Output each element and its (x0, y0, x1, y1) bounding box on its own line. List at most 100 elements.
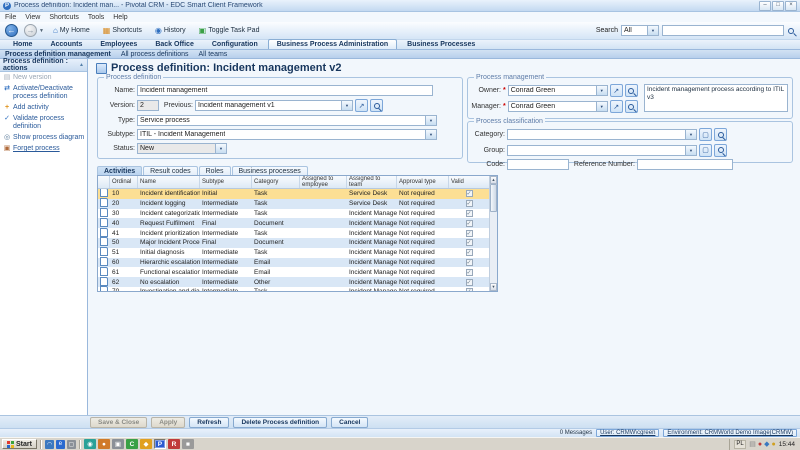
table-row[interactable]: 51 Initial diagnosis Intermediate Task I… (98, 248, 489, 258)
footer-button[interactable]: Delete Process definition (233, 417, 327, 428)
sidebar-action-item[interactable]: ▣ Forget process (0, 143, 87, 154)
subtype-select[interactable]: ITIL - Incident Management (137, 129, 437, 140)
column-header[interactable]: Subtype (200, 176, 252, 188)
quick-launch-button[interactable]: ◠ (45, 440, 54, 449)
minimize-button[interactable]: – (759, 1, 771, 11)
footer-button[interactable]: Apply (151, 417, 185, 428)
nav-tab[interactable]: Business Processes (399, 40, 483, 49)
new-group-button[interactable]: ▢ (699, 144, 712, 157)
search-owner-button[interactable] (625, 84, 638, 97)
search-category-button[interactable] (714, 128, 727, 141)
tray-icon[interactable]: ● (758, 441, 762, 448)
tray-icon[interactable]: ● (771, 441, 775, 448)
quick-launch-button[interactable]: ▢ (67, 440, 76, 449)
open-record-button[interactable]: ↗ (355, 99, 368, 112)
taskbar-app-button[interactable]: ■ (182, 439, 194, 449)
column-header[interactable]: Category (252, 176, 300, 188)
manager-select[interactable]: Conrad Green (508, 101, 608, 112)
toolbar-button[interactable]: ⌂ My Home (50, 26, 93, 36)
footer-button[interactable]: Save & Close (90, 417, 147, 428)
taskbar-app-button[interactable]: ▣ (112, 439, 124, 449)
table-row[interactable]: 20 Incident logging Intermediate Task Se… (98, 199, 489, 209)
tray-icon[interactable]: ◆ (764, 441, 769, 448)
column-header[interactable]: Assigned to team (347, 176, 397, 188)
nav-tab[interactable]: Business Process Administration (268, 39, 397, 49)
subnav-item[interactable]: All teams (199, 51, 228, 58)
toolbar-button[interactable]: ▣ Toggle Task Pad (196, 26, 263, 36)
back-button[interactable]: ← (5, 24, 18, 37)
taskbar-app-button[interactable]: P (154, 439, 166, 449)
open-owner-button[interactable]: ↗ (610, 84, 623, 97)
reference-number-field[interactable] (637, 159, 733, 170)
scrollbar-thumb[interactable] (490, 184, 497, 212)
table-row[interactable]: 60 Hierarchic escalation Intermediate Em… (98, 258, 489, 268)
code-field[interactable] (507, 159, 569, 170)
menu-item[interactable]: Shortcuts (49, 14, 79, 21)
table-row[interactable]: 61 Functional escalation Intermediate Em… (98, 267, 489, 277)
taskbar-app-button[interactable]: ◆ (140, 439, 152, 449)
collapse-sidebar-icon[interactable]: ▲ (79, 62, 84, 68)
nav-tab[interactable]: Home (5, 40, 40, 49)
scroll-down-arrow[interactable]: ▼ (490, 283, 497, 291)
new-category-button[interactable]: ▢ (699, 128, 712, 141)
subnav-item[interactable]: All process definitions (121, 51, 189, 58)
column-header[interactable]: Assigned to employee (300, 176, 347, 188)
description-textarea[interactable]: Incident management process according to… (644, 84, 788, 112)
taskbar-app-button[interactable]: ● (98, 439, 110, 449)
nav-tab[interactable]: Employees (92, 40, 145, 49)
scroll-up-arrow[interactable]: ▲ (490, 176, 497, 184)
owner-select[interactable]: Conrad Green (508, 85, 608, 96)
previous-version-select[interactable]: Incident management v1 (195, 100, 353, 111)
maximize-button[interactable]: □ (772, 1, 784, 11)
user-badge[interactable]: User: CRMW\cgreen (596, 429, 659, 437)
column-header[interactable]: Ordinal (110, 176, 138, 188)
menu-item[interactable]: Help (113, 14, 127, 21)
nav-tab[interactable]: Accounts (42, 40, 90, 49)
category-select[interactable] (507, 129, 697, 140)
forward-button[interactable]: → (24, 24, 37, 37)
start-button[interactable]: Start (2, 439, 37, 449)
footer-button[interactable]: Cancel (331, 417, 368, 428)
table-row[interactable]: 50 Major Incident Procedure Final Docume… (98, 238, 489, 248)
taskbar-app-button[interactable]: C (126, 439, 138, 449)
search-scope-select[interactable]: All (621, 25, 659, 36)
type-select[interactable]: Service process (137, 115, 437, 126)
taskbar-app-button[interactable]: R (168, 439, 180, 449)
search-record-button[interactable] (370, 99, 383, 112)
name-field[interactable] (137, 85, 433, 96)
environment-badge[interactable]: Environment: CRMWorld Demo Image(CRMW) (663, 429, 797, 437)
table-row[interactable]: 30 Incident categorization Intermediate … (98, 209, 489, 219)
table-row[interactable]: 41 Incident prioritization Intermediate … (98, 228, 489, 238)
menu-item[interactable]: Tools (88, 14, 104, 21)
footer-button[interactable]: Refresh (189, 417, 229, 428)
subnav-item[interactable]: Process definition management (5, 51, 111, 58)
sidebar-action-item[interactable]: ✓ Validate process definition (0, 113, 87, 132)
table-row[interactable]: 70 Investigation and diagnosis Intermedi… (98, 287, 489, 291)
search-group-button[interactable] (714, 144, 727, 157)
table-row[interactable]: 62 No escalation Intermediate Other Inci… (98, 277, 489, 287)
sidebar-action-item[interactable]: ◎ Show process diagram (0, 132, 87, 143)
open-manager-button[interactable]: ↗ (610, 100, 623, 113)
search-input[interactable] (662, 25, 784, 36)
nav-dropdown-icon[interactable]: ▼ (39, 28, 44, 34)
column-header[interactable] (98, 176, 110, 188)
sidebar-action-item[interactable]: + Add activity (0, 102, 87, 113)
search-icon[interactable] (787, 27, 795, 35)
column-header[interactable]: Approval type (397, 176, 449, 188)
menu-item[interactable]: View (25, 14, 40, 21)
tray-icon[interactable]: ▤ (749, 441, 756, 448)
vertical-scrollbar[interactable]: ▲ ▼ (489, 176, 497, 291)
search-manager-button[interactable] (625, 100, 638, 113)
column-header[interactable]: Name (138, 176, 200, 188)
tray-language-indicator[interactable]: PL (734, 440, 746, 449)
group-select[interactable] (507, 145, 697, 156)
table-row[interactable]: 40 Request Fulfilment Final Document Inc… (98, 218, 489, 228)
toolbar-button[interactable]: ◉ History (152, 26, 189, 36)
sidebar-action-item[interactable]: ▤ New version (0, 72, 87, 83)
nav-tab[interactable]: Configuration (204, 40, 266, 49)
toolbar-button[interactable]: ▦ Shortcuts (100, 26, 145, 36)
quick-launch-button[interactable]: e (56, 440, 65, 449)
taskbar-app-button[interactable]: ◉ (84, 439, 96, 449)
sidebar-action-item[interactable]: ⇄ Activate/Deactivate process definition (0, 83, 87, 102)
nav-tab[interactable]: Back Office (147, 40, 202, 49)
